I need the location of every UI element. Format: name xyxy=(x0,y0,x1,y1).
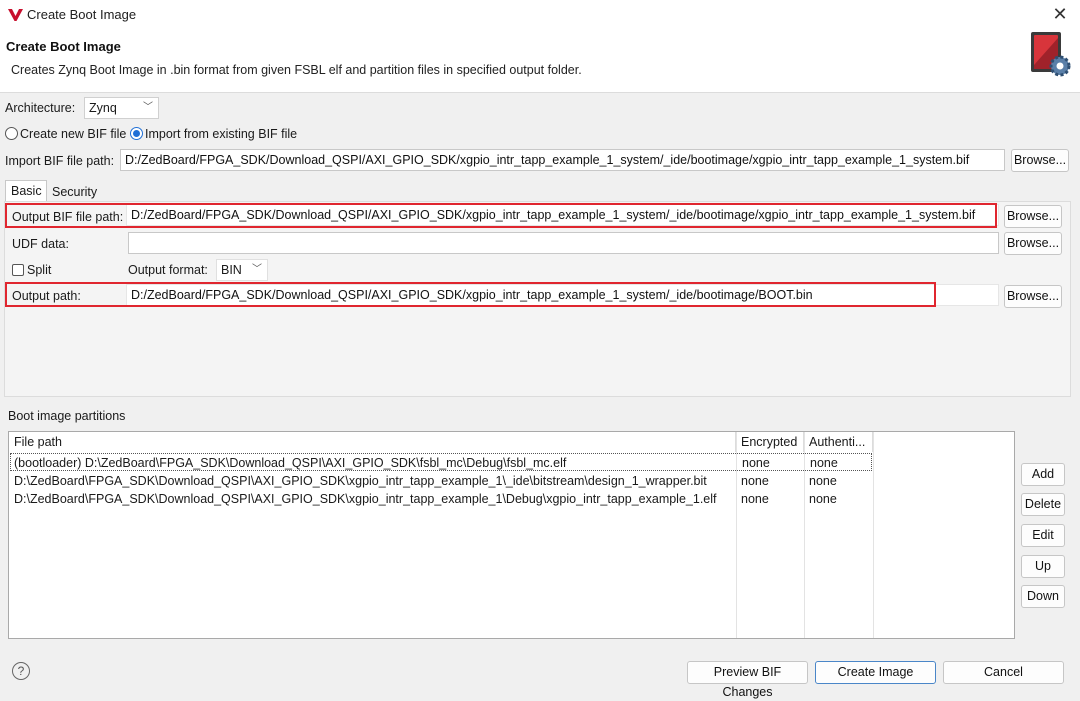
udf-data-input[interactable] xyxy=(128,232,999,254)
import-bif-label[interactable]: Import from existing BIF file xyxy=(145,127,297,141)
dialog-header: Create Boot Image Creates Zynq Boot Imag… xyxy=(0,30,1080,92)
highlight-box-output-bif xyxy=(5,203,997,228)
partitions-table[interactable]: File path Encrypted Authenti... (bootloa… xyxy=(8,431,1015,639)
tab-basic[interactable]: Basic xyxy=(5,180,47,202)
partitions-label: Boot image partitions xyxy=(8,409,126,423)
column-divider xyxy=(873,432,874,638)
highlight-box-output-path xyxy=(5,282,936,307)
column-header-encrypted[interactable]: Encrypted xyxy=(736,432,804,452)
udf-data-label: UDF data: xyxy=(12,237,69,251)
vitis-logo-icon xyxy=(8,9,23,21)
move-up-button[interactable]: Up xyxy=(1021,555,1065,578)
import-bif-browse-button[interactable]: Browse... xyxy=(1011,149,1069,172)
dialog-title: Create Boot Image xyxy=(6,39,121,54)
cell-file-path: D:\ZedBoard\FPGA_SDK\Download_QSPI\AXI_G… xyxy=(14,474,707,488)
chevron-down-icon: ﹀ xyxy=(252,264,262,275)
column-header-file-path[interactable]: File path xyxy=(9,432,736,452)
cell-authentication: none xyxy=(809,474,837,488)
table-row[interactable]: D:\ZedBoard\FPGA_SDK\Download_QSPI\AXI_G… xyxy=(10,490,872,508)
cell-authentication: none xyxy=(809,492,837,506)
import-bif-radio[interactable] xyxy=(130,127,143,140)
table-row[interactable]: D:\ZedBoard\FPGA_SDK\Download_QSPI\AXI_G… xyxy=(10,472,872,490)
preview-bif-changes-button[interactable]: Preview BIF Changes xyxy=(687,661,808,699)
close-icon[interactable]: ✕ xyxy=(1050,4,1070,24)
output-format-value: BIN xyxy=(221,263,242,277)
architecture-select[interactable]: Zynq ﹀ xyxy=(84,97,159,119)
help-icon[interactable]: ? xyxy=(12,662,30,680)
edit-partition-button[interactable]: Edit xyxy=(1021,524,1065,547)
output-format-select[interactable]: BIN ﹀ xyxy=(216,259,268,281)
cell-authentication: none xyxy=(810,456,838,470)
cell-file-path: D:\ZedBoard\FPGA_SDK\Download_QSPI\AXI_G… xyxy=(14,492,717,506)
delete-partition-button[interactable]: Delete xyxy=(1021,493,1065,516)
architecture-value: Zynq xyxy=(89,101,117,115)
cell-encrypted: none xyxy=(742,456,770,470)
import-bif-path-label: Import BIF file path: xyxy=(5,154,115,168)
split-label[interactable]: Split xyxy=(27,263,51,277)
cell-encrypted: none xyxy=(741,474,769,488)
create-new-bif-radio[interactable] xyxy=(5,127,18,140)
split-checkbox[interactable] xyxy=(12,264,24,276)
move-down-button[interactable]: Down xyxy=(1021,585,1065,608)
output-format-label: Output format: xyxy=(128,263,208,277)
column-header-authentication[interactable]: Authenti... xyxy=(804,432,873,452)
table-row[interactable]: (bootloader) D:\ZedBoard\FPGA_SDK\Downlo… xyxy=(10,453,872,471)
cell-encrypted: none xyxy=(741,492,769,506)
title-bar: Create Boot Image ✕ xyxy=(0,0,1080,30)
window-title: Create Boot Image xyxy=(27,7,137,22)
cancel-button[interactable]: Cancel xyxy=(943,661,1064,684)
output-bif-browse-button[interactable]: Browse... xyxy=(1004,205,1062,228)
import-bif-path-input[interactable]: D:/ZedBoard/FPGA_SDK/Download_QSPI/AXI_G… xyxy=(120,149,1005,171)
add-partition-button[interactable]: Add xyxy=(1021,463,1065,486)
architecture-label: Architecture: xyxy=(5,101,76,115)
dialog-description: Creates Zynq Boot Image in .bin format f… xyxy=(11,63,582,77)
boot-image-gear-icon xyxy=(1031,32,1071,77)
create-new-bif-label[interactable]: Create new BIF file xyxy=(20,127,126,141)
udf-browse-button[interactable]: Browse... xyxy=(1004,232,1062,255)
output-path-browse-button[interactable]: Browse... xyxy=(1004,285,1062,308)
chevron-down-icon: ﹀ xyxy=(143,102,153,113)
cell-file-path: (bootloader) D:\ZedBoard\FPGA_SDK\Downlo… xyxy=(14,456,567,470)
create-image-button[interactable]: Create Image xyxy=(815,661,936,684)
